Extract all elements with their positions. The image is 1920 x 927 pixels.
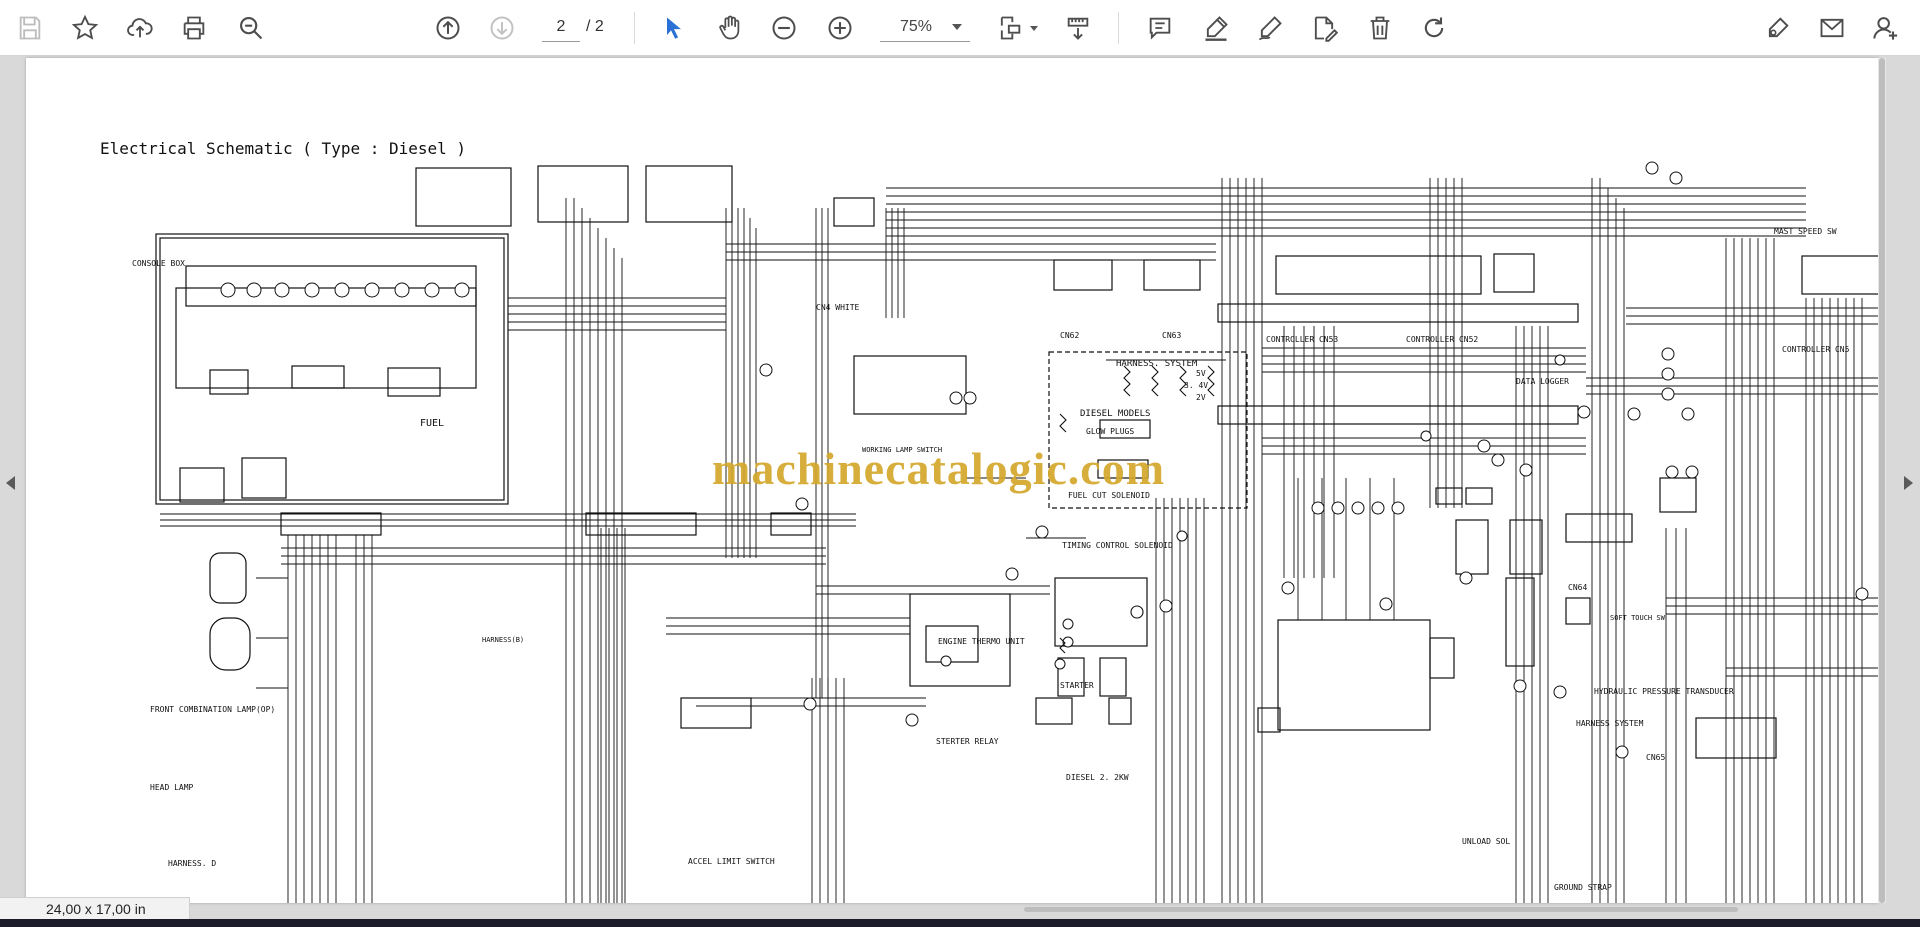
label-timing-control: TIMING CONTROL SOLENOID: [1062, 541, 1173, 550]
label-head-lamp: HEAD LAMP: [150, 783, 194, 792]
page-fit-icon: [1000, 16, 1021, 40]
bookmark-button[interactable]: [65, 8, 105, 48]
comment-icon: [1149, 17, 1171, 40]
draw-button[interactable]: [1250, 8, 1290, 48]
add-user-icon: [1873, 17, 1898, 40]
watermark-text: machinecatalogic.com: [712, 443, 1166, 494]
page-size-status: 24,00 x 17,00 in: [0, 897, 190, 919]
label-accel-limit: ACCEL LIMIT SWITCH: [688, 857, 775, 866]
zoom-in-button[interactable]: [820, 8, 860, 48]
label-starter: STARTER: [1060, 681, 1094, 690]
chevron-down-icon: [952, 23, 962, 30]
scroll-mode-icon: [1067, 17, 1089, 40]
rotate-icon: [1424, 17, 1444, 38]
scroll-mode-button[interactable]: [1058, 8, 1098, 48]
label-glow-plugs: GLOW PLUGS: [1086, 427, 1134, 436]
envelope-icon: [1820, 18, 1844, 38]
label-2v: 2V: [1196, 393, 1206, 402]
zoom-level-dropdown[interactable]: 75%: [880, 12, 970, 42]
hand-tool-button[interactable]: [710, 8, 750, 48]
previous-page-arrow-icon[interactable]: [6, 476, 15, 490]
pdf-page: Electrical Schematic ( Type : Diesel ) C…: [26, 58, 1878, 903]
taskbar-edge: [0, 919, 1920, 927]
label-cn62: CN62: [1060, 331, 1079, 340]
trash-icon: [1370, 16, 1390, 40]
email-button[interactable]: [1812, 8, 1852, 48]
select-tool-button[interactable]: [654, 8, 694, 48]
plus-circle-icon: [828, 16, 852, 40]
label-front-lamp: FRONT COMBINATION LAMP(OP): [150, 705, 275, 714]
document-viewport[interactable]: Electrical Schematic ( Type : Diesel ) C…: [0, 56, 1920, 919]
label-cn64: CN64: [1568, 583, 1587, 592]
upload-cloud-button[interactable]: [120, 8, 160, 48]
zoom-out-button[interactable]: [764, 8, 804, 48]
label-harness-1b: HARNESS(B): [482, 636, 524, 644]
edit-text-button[interactable]: [1304, 8, 1344, 48]
sign-icon: [1768, 17, 1789, 38]
previous-page-button[interactable]: [428, 8, 468, 48]
label-soft-touch: SOFT TOUCH SW: [1610, 614, 1666, 622]
printer-icon: [183, 16, 205, 40]
page-number-input[interactable]: [542, 12, 580, 42]
label-harness-system: HARNESS. SYSTEM: [1116, 359, 1198, 369]
highlight-button[interactable]: [1196, 8, 1236, 48]
next-page-arrow-icon[interactable]: [1904, 476, 1913, 490]
star-icon: [71, 14, 99, 40]
comment-button[interactable]: [1140, 8, 1180, 48]
pen-draw-icon: [1258, 16, 1282, 41]
label-controller-cn53: CONTROLLER CN53: [1266, 335, 1338, 344]
magnifier-minus-icon: [240, 17, 263, 40]
label-cn65: CN65: [1646, 753, 1665, 762]
label-console-box: CONSOLE BOX: [132, 259, 185, 268]
minus-circle-icon: [772, 16, 796, 40]
arrow-down-circle-icon: [490, 16, 514, 40]
rotate-button[interactable]: [1414, 8, 1454, 48]
label-hyd-pressure: HYDRAULIC PRESSURE TRANSDUCER: [1594, 687, 1734, 696]
pdf-viewer: / 2 75%: [0, 0, 1920, 927]
horizontal-scrollbar-thumb[interactable]: [1024, 907, 1738, 912]
schematic-title: Electrical Schematic ( Type : Diesel ): [100, 139, 466, 158]
page-total: / 2: [586, 18, 604, 35]
page-fit-button[interactable]: [990, 8, 1030, 48]
highlighter-icon: [1205, 16, 1228, 41]
print-button[interactable]: [174, 8, 214, 48]
cloud-upload-icon: [127, 18, 153, 38]
page-size-text: 24,00 x 17,00 in: [46, 901, 146, 917]
fill-sign-button[interactable]: [1758, 8, 1798, 48]
label-controller-cn5: CONTROLLER CN5: [1782, 345, 1850, 354]
label-diesel-kw: DIESEL 2. 2KW: [1066, 773, 1129, 782]
label-ground-strap: GROUND STRAP: [1554, 883, 1612, 892]
label-harness-system-2: HARNESS SYSTEM: [1576, 719, 1644, 728]
label-mast-speed: MAST SPEED SW: [1774, 227, 1837, 236]
toolbar: / 2 75%: [0, 0, 1920, 56]
label-cn63: CN63: [1162, 331, 1181, 340]
save-icon: [19, 16, 41, 40]
edit-document-icon: [1314, 16, 1338, 42]
label-cn4-white: CN4 WHITE: [816, 303, 860, 312]
arrow-up-circle-icon: [436, 16, 460, 40]
label-engine-thermo: ENGINE THERMO UNIT: [938, 637, 1025, 646]
label-harness-d: HARNESS. D: [168, 859, 216, 868]
cursor-arrow-icon: [667, 17, 681, 39]
label-controller-cn52: CONTROLLER CN52: [1406, 335, 1478, 344]
label-data-logger: DATA LOGGER: [1516, 377, 1569, 386]
label-diesel-models: DIESEL MODELS: [1080, 409, 1150, 419]
zoom-out-find-button[interactable]: [231, 8, 271, 48]
label-fuel: FUEL: [420, 418, 444, 429]
label-starter-relay: STERTER RELAY: [936, 737, 999, 746]
hand-icon: [719, 15, 740, 40]
toolbar-separator: [634, 12, 635, 44]
label-5v: 5V: [1196, 369, 1206, 378]
page-fit-chevron-icon[interactable]: [1030, 26, 1038, 31]
zoom-level-value: 75%: [899, 17, 933, 35]
next-page-button[interactable]: [482, 8, 522, 48]
label-34v: 3. 4V: [1184, 381, 1208, 390]
toolbar-separator: [1118, 12, 1119, 44]
vertical-scrollbar-thumb[interactable]: [1879, 58, 1885, 903]
save-button[interactable]: [10, 8, 50, 48]
delete-button[interactable]: [1360, 8, 1400, 48]
label-unload-sol: UNLOAD SOL: [1462, 837, 1510, 846]
share-user-button[interactable]: [1866, 8, 1906, 48]
